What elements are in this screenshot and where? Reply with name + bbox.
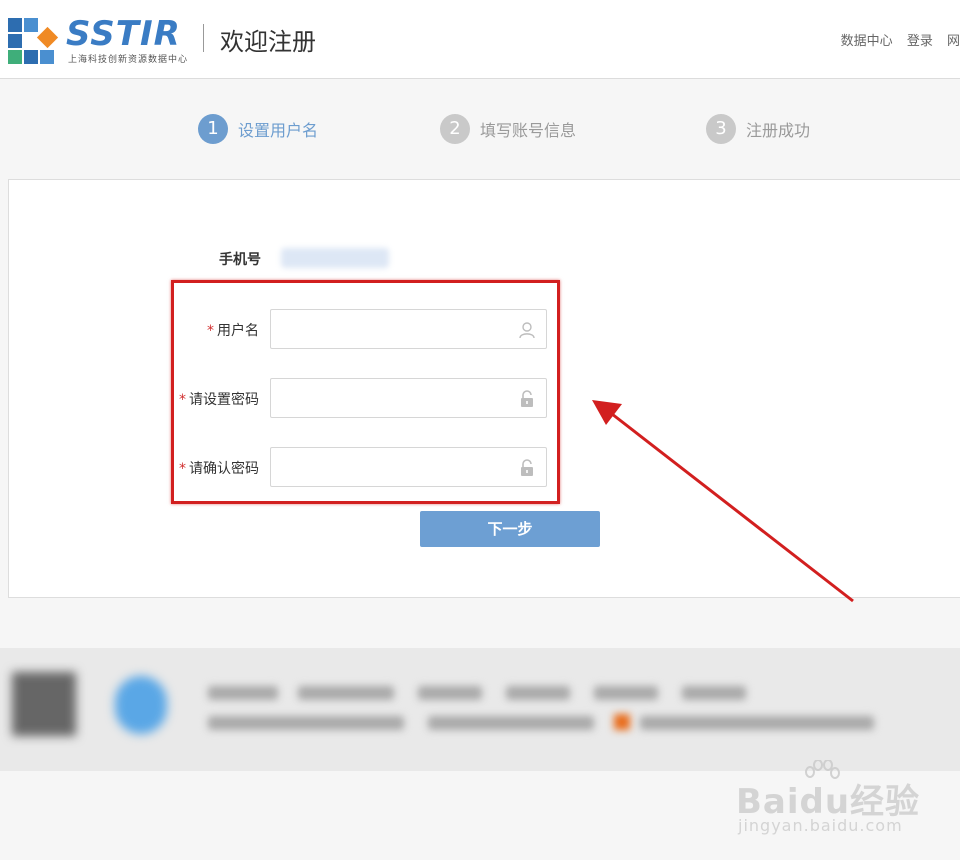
footer-link[interactable] [682, 686, 746, 700]
link-data-center[interactable]: 数据中心 [841, 34, 893, 49]
step-3-label: 注册成功 [746, 121, 811, 140]
baidu-watermark: Baidu经验 jingyan.baidu.com [736, 760, 956, 840]
footer-link[interactable] [208, 686, 278, 700]
link-more[interactable]: 网 [947, 34, 960, 49]
footer-icon [614, 714, 630, 730]
step-1: 1 设置用户名 [198, 114, 318, 144]
footer-link[interactable] [418, 686, 482, 700]
site-header: SSTIR 上海科技创新资源数据中心 欢迎注册 数据中心 登录 网 [0, 0, 960, 79]
phone-value-redacted [281, 248, 389, 268]
site-logo[interactable]: SSTIR 上海科技创新资源数据中心 [8, 16, 188, 66]
footer-link[interactable] [594, 686, 658, 700]
step-2-number: 2 [440, 114, 470, 144]
step-2-label: 填写账号信息 [480, 121, 577, 140]
header-divider [203, 24, 204, 52]
footer-link[interactable] [298, 686, 394, 700]
footer-link[interactable] [506, 686, 570, 700]
logo-mark-icon [8, 18, 59, 64]
footer-text [640, 716, 874, 730]
top-links: 数据中心 登录 网 [831, 30, 960, 49]
step-1-number: 1 [198, 114, 228, 144]
footer-text [428, 716, 594, 730]
phone-label: 手机号 [219, 252, 261, 268]
logo-text: SSTIR [66, 14, 181, 54]
step-3: 3 注册成功 [706, 114, 810, 144]
step-3-number: 3 [706, 114, 736, 144]
step-2: 2 填写账号信息 [440, 114, 576, 144]
security-badge-icon [115, 676, 167, 734]
site-footer [0, 648, 960, 771]
annotation-highlight-box [171, 280, 560, 504]
step-1-label: 设置用户名 [238, 121, 319, 140]
logo-subtitle: 上海科技创新资源数据中心 [68, 55, 189, 65]
qr-code-image [12, 672, 76, 736]
watermark-sub-text: jingyan.baidu.com [738, 816, 903, 835]
next-step-button[interactable]: 下一步 [420, 511, 600, 547]
page-title: 欢迎注册 [220, 28, 316, 56]
footer-text [208, 716, 404, 730]
link-login[interactable]: 登录 [907, 34, 933, 49]
